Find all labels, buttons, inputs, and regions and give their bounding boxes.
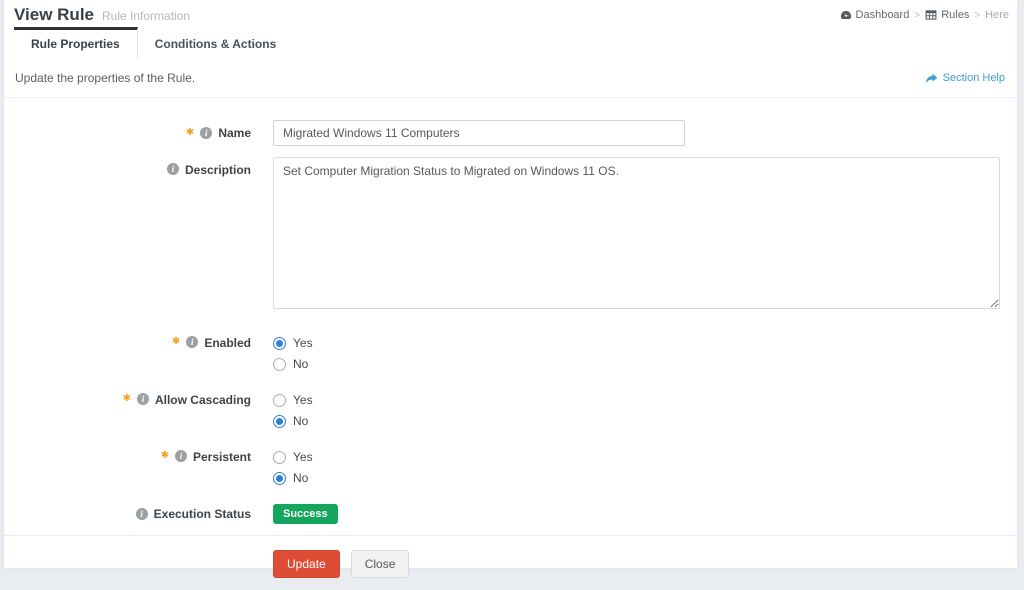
- page-header: View Rule Rule Information Dashboard >: [4, 0, 1017, 27]
- required-icon: ✱: [123, 393, 131, 405]
- table-icon: [925, 9, 937, 21]
- enabled-yes-radio[interactable]: Yes: [273, 333, 1000, 353]
- info-icon[interactable]: i: [200, 127, 212, 139]
- enabled-yes-label: Yes: [293, 336, 313, 350]
- allow-cascading-row: ✱ i Allow Cascading Yes No: [4, 390, 1017, 431]
- form-footer: Update Close: [4, 535, 1017, 590]
- radio-icon: [273, 358, 286, 371]
- description-textarea[interactable]: Set Computer Migration Status to Migrate…: [273, 157, 1000, 309]
- persistent-yes-label: Yes: [293, 450, 313, 464]
- description-row: i Description Set Computer Migration Sta…: [4, 157, 1017, 314]
- radio-icon: [273, 394, 286, 407]
- allow-cascading-radio-group: Yes No: [273, 390, 1000, 431]
- page-title: View Rule: [14, 5, 94, 25]
- dashboard-icon: [840, 9, 852, 21]
- persistent-row: ✱ i Persistent Yes No: [4, 447, 1017, 488]
- execution-status-row: i Execution Status Success: [4, 504, 1017, 524]
- breadcrumb-dashboard[interactable]: Dashboard: [840, 9, 910, 21]
- rule-properties-form: ✱ i Name i Description Set Computer Migr…: [4, 98, 1017, 535]
- persistent-no-label: No: [293, 471, 308, 485]
- name-input[interactable]: [273, 120, 685, 146]
- info-icon[interactable]: i: [186, 336, 198, 348]
- required-icon: ✱: [186, 127, 194, 139]
- section-help-label: Section Help: [943, 72, 1005, 84]
- enabled-no-radio[interactable]: No: [273, 354, 1000, 374]
- radio-icon: [273, 472, 286, 485]
- execution-status-label: Execution Status: [154, 507, 251, 521]
- info-icon[interactable]: i: [137, 393, 149, 405]
- breadcrumb-separator: >: [974, 10, 980, 21]
- breadcrumb-current: Here: [985, 9, 1009, 21]
- tab-bar: Rule Properties Conditions & Actions: [4, 27, 1017, 59]
- allow-cascading-yes-label: Yes: [293, 393, 313, 407]
- content-card: View Rule Rule Information Dashboard >: [4, 0, 1017, 568]
- section-description: Update the properties of the Rule.: [15, 71, 195, 85]
- allow-cascading-label: Allow Cascading: [155, 393, 251, 407]
- page-subtitle: Rule Information: [102, 9, 190, 23]
- radio-icon: [273, 415, 286, 428]
- radio-icon: [273, 337, 286, 350]
- section-bar: Update the properties of the Rule. Secti…: [4, 59, 1017, 98]
- section-help-link[interactable]: Section Help: [925, 72, 1005, 84]
- breadcrumb-rules[interactable]: Rules: [925, 9, 969, 21]
- info-icon[interactable]: i: [175, 450, 187, 462]
- tab-conditions-actions[interactable]: Conditions & Actions: [138, 27, 294, 59]
- allow-cascading-no-radio[interactable]: No: [273, 411, 1000, 431]
- persistent-label: Persistent: [193, 450, 251, 464]
- persistent-yes-radio[interactable]: Yes: [273, 447, 1000, 467]
- description-label: Description: [185, 163, 251, 177]
- status-badge: Success: [273, 504, 338, 524]
- enabled-label: Enabled: [204, 336, 251, 350]
- allow-cascading-yes-radio[interactable]: Yes: [273, 390, 1000, 410]
- breadcrumb-separator: >: [914, 10, 920, 21]
- breadcrumb-dashboard-label: Dashboard: [856, 9, 910, 21]
- name-row: ✱ i Name: [4, 120, 1017, 146]
- name-label: Name: [218, 126, 251, 140]
- required-icon: ✱: [172, 336, 180, 348]
- enabled-radio-group: Yes No: [273, 333, 1000, 374]
- allow-cascading-no-label: No: [293, 414, 308, 428]
- info-icon[interactable]: i: [136, 508, 148, 520]
- persistent-radio-group: Yes No: [273, 447, 1000, 488]
- breadcrumb: Dashboard > Rules > Here: [840, 9, 1009, 21]
- breadcrumb-rules-label: Rules: [941, 9, 969, 21]
- enabled-no-label: No: [293, 357, 308, 371]
- enabled-row: ✱ i Enabled Yes No: [4, 333, 1017, 374]
- info-icon[interactable]: i: [167, 163, 179, 175]
- required-icon: ✱: [161, 450, 169, 462]
- tab-rule-properties[interactable]: Rule Properties: [14, 27, 138, 59]
- radio-icon: [273, 451, 286, 464]
- close-button[interactable]: Close: [351, 550, 410, 578]
- persistent-no-radio[interactable]: No: [273, 468, 1000, 488]
- update-button[interactable]: Update: [273, 550, 340, 578]
- help-arrow-icon: [925, 73, 938, 84]
